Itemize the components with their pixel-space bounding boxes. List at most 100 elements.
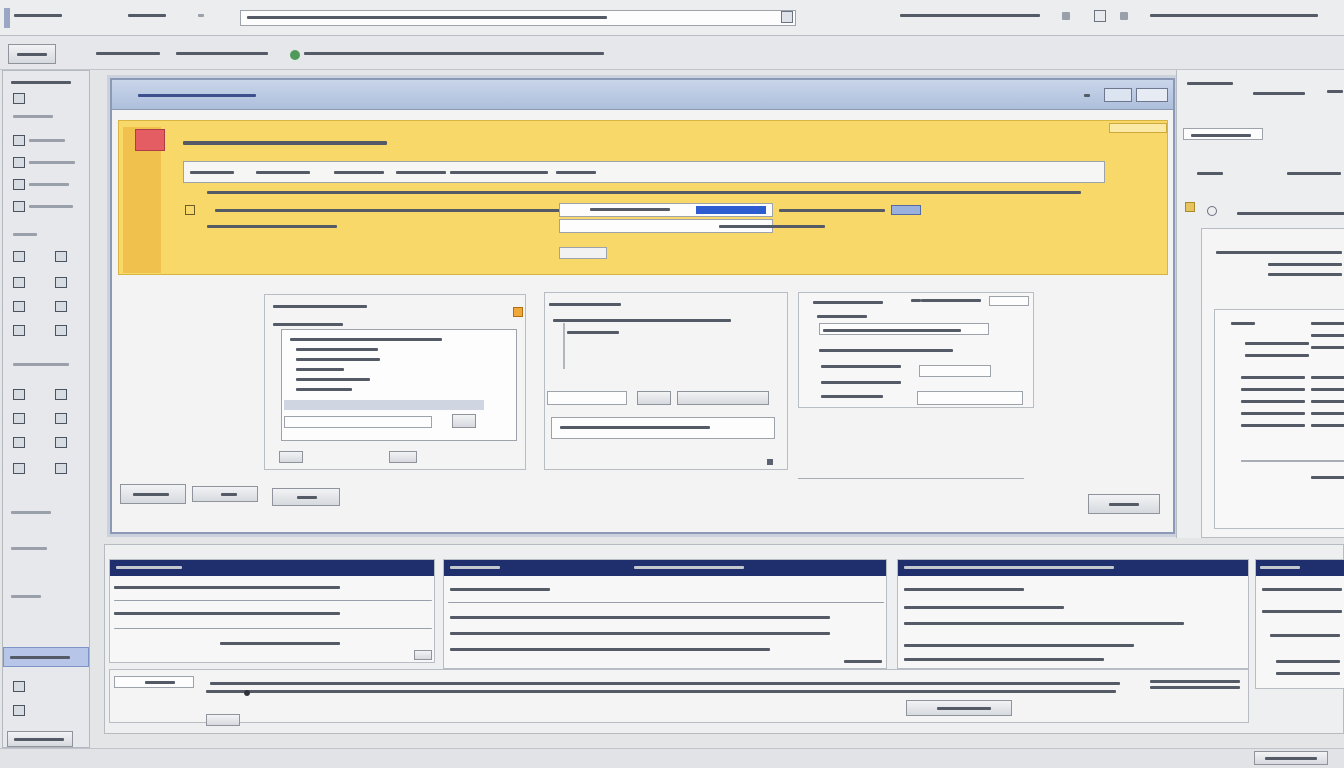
- toolbar-item[interactable]: [176, 52, 268, 55]
- list-item[interactable]: [1245, 354, 1309, 357]
- help-button[interactable]: [1088, 494, 1160, 514]
- menu-edit[interactable]: [128, 14, 166, 17]
- grid-icon[interactable]: [55, 277, 67, 288]
- list-item[interactable]: [1241, 400, 1305, 403]
- toolbar-button-back[interactable]: [8, 44, 56, 64]
- document-icon[interactable]: [13, 681, 25, 692]
- menu-right-text[interactable]: [1150, 14, 1318, 17]
- document-icon[interactable]: [13, 413, 25, 424]
- list-item[interactable]: [1241, 388, 1305, 391]
- action-button[interactable]: [906, 700, 1012, 716]
- list-item[interactable]: [1241, 412, 1305, 415]
- list-icon[interactable]: [13, 135, 25, 146]
- banner-tab[interactable]: [256, 171, 310, 174]
- list-item[interactable]: [1311, 424, 1344, 427]
- search-icon[interactable]: [781, 11, 793, 23]
- dialog-input[interactable]: [284, 416, 432, 428]
- resize-grip-icon[interactable]: [767, 459, 773, 465]
- list-item[interactable]: [296, 368, 344, 371]
- sidebar-item-label[interactable]: [29, 161, 75, 164]
- sidebar-item-selected[interactable]: [3, 647, 89, 667]
- document-icon[interactable]: [13, 301, 25, 312]
- description-label-field[interactable]: [114, 676, 194, 688]
- list-item[interactable]: [290, 338, 442, 341]
- back-button[interactable]: [120, 484, 186, 504]
- dialog-tab[interactable]: [911, 299, 921, 302]
- document-icon[interactable]: [13, 93, 25, 104]
- close-icon[interactable]: [1136, 88, 1168, 102]
- finish-button[interactable]: [272, 488, 340, 506]
- folder-icon[interactable]: [55, 437, 67, 448]
- sidebar-item-label[interactable]: [11, 547, 47, 550]
- banner-link-button[interactable]: [559, 247, 607, 259]
- list-item[interactable]: [1311, 334, 1344, 337]
- list-item[interactable]: [1311, 476, 1344, 479]
- address-input[interactable]: [240, 10, 796, 26]
- banner-tab[interactable]: [396, 171, 446, 174]
- property-field[interactable]: [917, 391, 1023, 405]
- sidebar-item-label[interactable]: [29, 205, 73, 208]
- sidebar-item-label[interactable]: [11, 511, 51, 514]
- list-item[interactable]: [1311, 376, 1344, 379]
- banner-tab[interactable]: [190, 171, 234, 174]
- search-icon[interactable]: [1207, 206, 1217, 216]
- browse-button[interactable]: [452, 414, 476, 428]
- list-item[interactable]: [1311, 400, 1344, 403]
- toolbar-item[interactable]: [96, 52, 160, 55]
- gear-icon[interactable]: [13, 437, 25, 448]
- document-icon[interactable]: [13, 251, 25, 262]
- property-field[interactable]: [919, 365, 991, 377]
- gear-icon[interactable]: [55, 251, 67, 262]
- banner-tab[interactable]: [556, 171, 596, 174]
- sidebar-item-label[interactable]: [11, 595, 41, 598]
- list-item[interactable]: [296, 378, 370, 381]
- list-item[interactable]: [296, 388, 352, 391]
- list-item[interactable]: [1241, 376, 1305, 379]
- window-icon[interactable]: [1094, 10, 1106, 22]
- menu-file[interactable]: [14, 14, 62, 17]
- sidebar-button[interactable]: [7, 731, 73, 747]
- dialog-path-input[interactable]: [551, 417, 775, 439]
- sidebar-item-label[interactable]: [29, 183, 69, 186]
- image-icon[interactable]: [13, 463, 25, 474]
- status-button[interactable]: [1254, 751, 1328, 765]
- dialog-dropdown[interactable]: [989, 296, 1029, 306]
- small-button[interactable]: [206, 714, 240, 726]
- ok-button[interactable]: [279, 451, 303, 463]
- toolbar-breadcrumb[interactable]: [304, 52, 604, 55]
- panel-button[interactable]: [414, 650, 432, 660]
- dialog-list[interactable]: [281, 329, 517, 441]
- list-item-selected[interactable]: [284, 400, 484, 410]
- folder-icon[interactable]: [13, 201, 25, 212]
- banner-tab[interactable]: [334, 171, 384, 174]
- list-icon[interactable]: [55, 389, 67, 400]
- list-item[interactable]: [1245, 342, 1309, 345]
- preview-button[interactable]: [677, 391, 769, 405]
- grid-icon[interactable]: [55, 463, 67, 474]
- image-icon[interactable]: [55, 413, 67, 424]
- sidebar-item-label[interactable]: [13, 115, 53, 118]
- list-icon[interactable]: [13, 277, 25, 288]
- list-icon[interactable]: [55, 325, 67, 336]
- banner-tab[interactable]: [450, 171, 548, 174]
- grid-icon[interactable]: [13, 157, 25, 168]
- dialog-tab[interactable]: [921, 299, 981, 302]
- list-item[interactable]: [296, 358, 380, 361]
- list-item[interactable]: [1311, 388, 1344, 391]
- image-icon[interactable]: [13, 705, 25, 716]
- apply-button[interactable]: [637, 391, 671, 405]
- cancel-button[interactable]: [389, 451, 417, 463]
- image-icon[interactable]: [13, 179, 25, 190]
- list-item[interactable]: [1311, 412, 1344, 415]
- minimize-icon[interactable]: [1084, 94, 1090, 97]
- sidebar-item-label[interactable]: [29, 139, 65, 142]
- banner-close-button[interactable]: [1109, 123, 1167, 133]
- dialog-select[interactable]: [547, 391, 627, 405]
- list-item[interactable]: [296, 348, 378, 351]
- folder-icon[interactable]: [13, 325, 25, 336]
- list-item[interactable]: [1241, 424, 1305, 427]
- maximize-icon[interactable]: [1104, 88, 1132, 102]
- list-item[interactable]: [1311, 346, 1344, 349]
- image-icon[interactable]: [55, 301, 67, 312]
- grid-icon[interactable]: [13, 389, 25, 400]
